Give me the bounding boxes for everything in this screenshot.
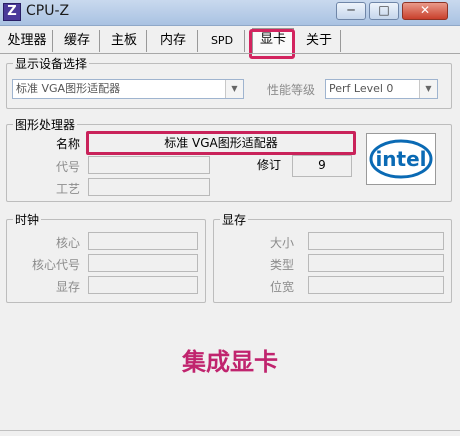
tab-cpu[interactable]: 处理器 [2, 30, 53, 52]
integrated-graphics-caption: 集成显卡 [182, 347, 278, 376]
tab-bar: 处理器 缓存 主板 内存 SPD 显卡 关于 [0, 27, 460, 54]
gpu-process-field [88, 178, 210, 196]
close-button[interactable]: ✕ [402, 2, 448, 20]
memory-type-label: 类型 [270, 258, 295, 272]
window-title: CPU-Z [26, 3, 70, 19]
memory-group-title: 显存 [220, 211, 249, 228]
display-select-title: 显示设备选择 [13, 55, 90, 72]
minimize-button[interactable]: ─ [336, 2, 366, 20]
core-clock-label: 核心 [56, 236, 81, 250]
gpu-group-title: 图形处理器 [13, 116, 78, 133]
tab-divider [0, 53, 460, 54]
tab-about[interactable]: 关于 [298, 30, 341, 52]
tab-memory[interactable]: 内存 [149, 30, 198, 52]
tab-mainboard[interactable]: 主板 [102, 30, 147, 52]
tab-spd[interactable]: SPD [200, 30, 245, 52]
maximize-button[interactable]: □ [369, 2, 399, 20]
bottom-divider [0, 430, 460, 431]
gpu-revision-label: 修订 [257, 158, 282, 172]
cpuz-app-icon: Z [3, 3, 21, 21]
memory-clock-label: 显存 [56, 280, 81, 294]
shader-clock-field [88, 254, 198, 272]
memory-width-label: 位宽 [270, 280, 295, 294]
perf-level-value: Perf Level 0 [329, 82, 394, 95]
clocks-group-title: 时钟 [13, 211, 42, 228]
display-device-select[interactable]: 标准 VGA图形适配器 ▼ [12, 79, 244, 99]
chevron-down-icon[interactable]: ▼ [419, 80, 437, 98]
gpu-codename-field [88, 156, 210, 174]
gpu-codename-label: 代号 [56, 160, 81, 174]
selected-tab-highlight [249, 29, 295, 59]
memory-size-label: 大小 [270, 236, 295, 250]
tab-caches[interactable]: 缓存 [55, 30, 100, 52]
memory-size-field [308, 232, 444, 250]
shader-clock-label: 核心代号 [32, 258, 81, 272]
gpu-process-label: 工艺 [56, 182, 81, 196]
perf-level-select[interactable]: Perf Level 0 ▼ [325, 79, 438, 99]
intel-logo: intel [366, 133, 436, 185]
memory-clock-field [88, 276, 198, 294]
core-clock-field [88, 232, 198, 250]
perf-level-label: 性能等级 [267, 83, 316, 97]
memory-type-field [308, 254, 444, 272]
display-device-value: 标准 VGA图形适配器 [16, 82, 121, 95]
memory-width-field [308, 276, 444, 294]
chevron-down-icon[interactable]: ▼ [225, 80, 243, 98]
gpu-name-field: 标准 VGA图形适配器 [86, 131, 356, 155]
intel-logo-text: intel [375, 147, 426, 171]
gpu-name-label: 名称 [56, 137, 81, 151]
gpu-revision-field: 9 [292, 155, 352, 177]
